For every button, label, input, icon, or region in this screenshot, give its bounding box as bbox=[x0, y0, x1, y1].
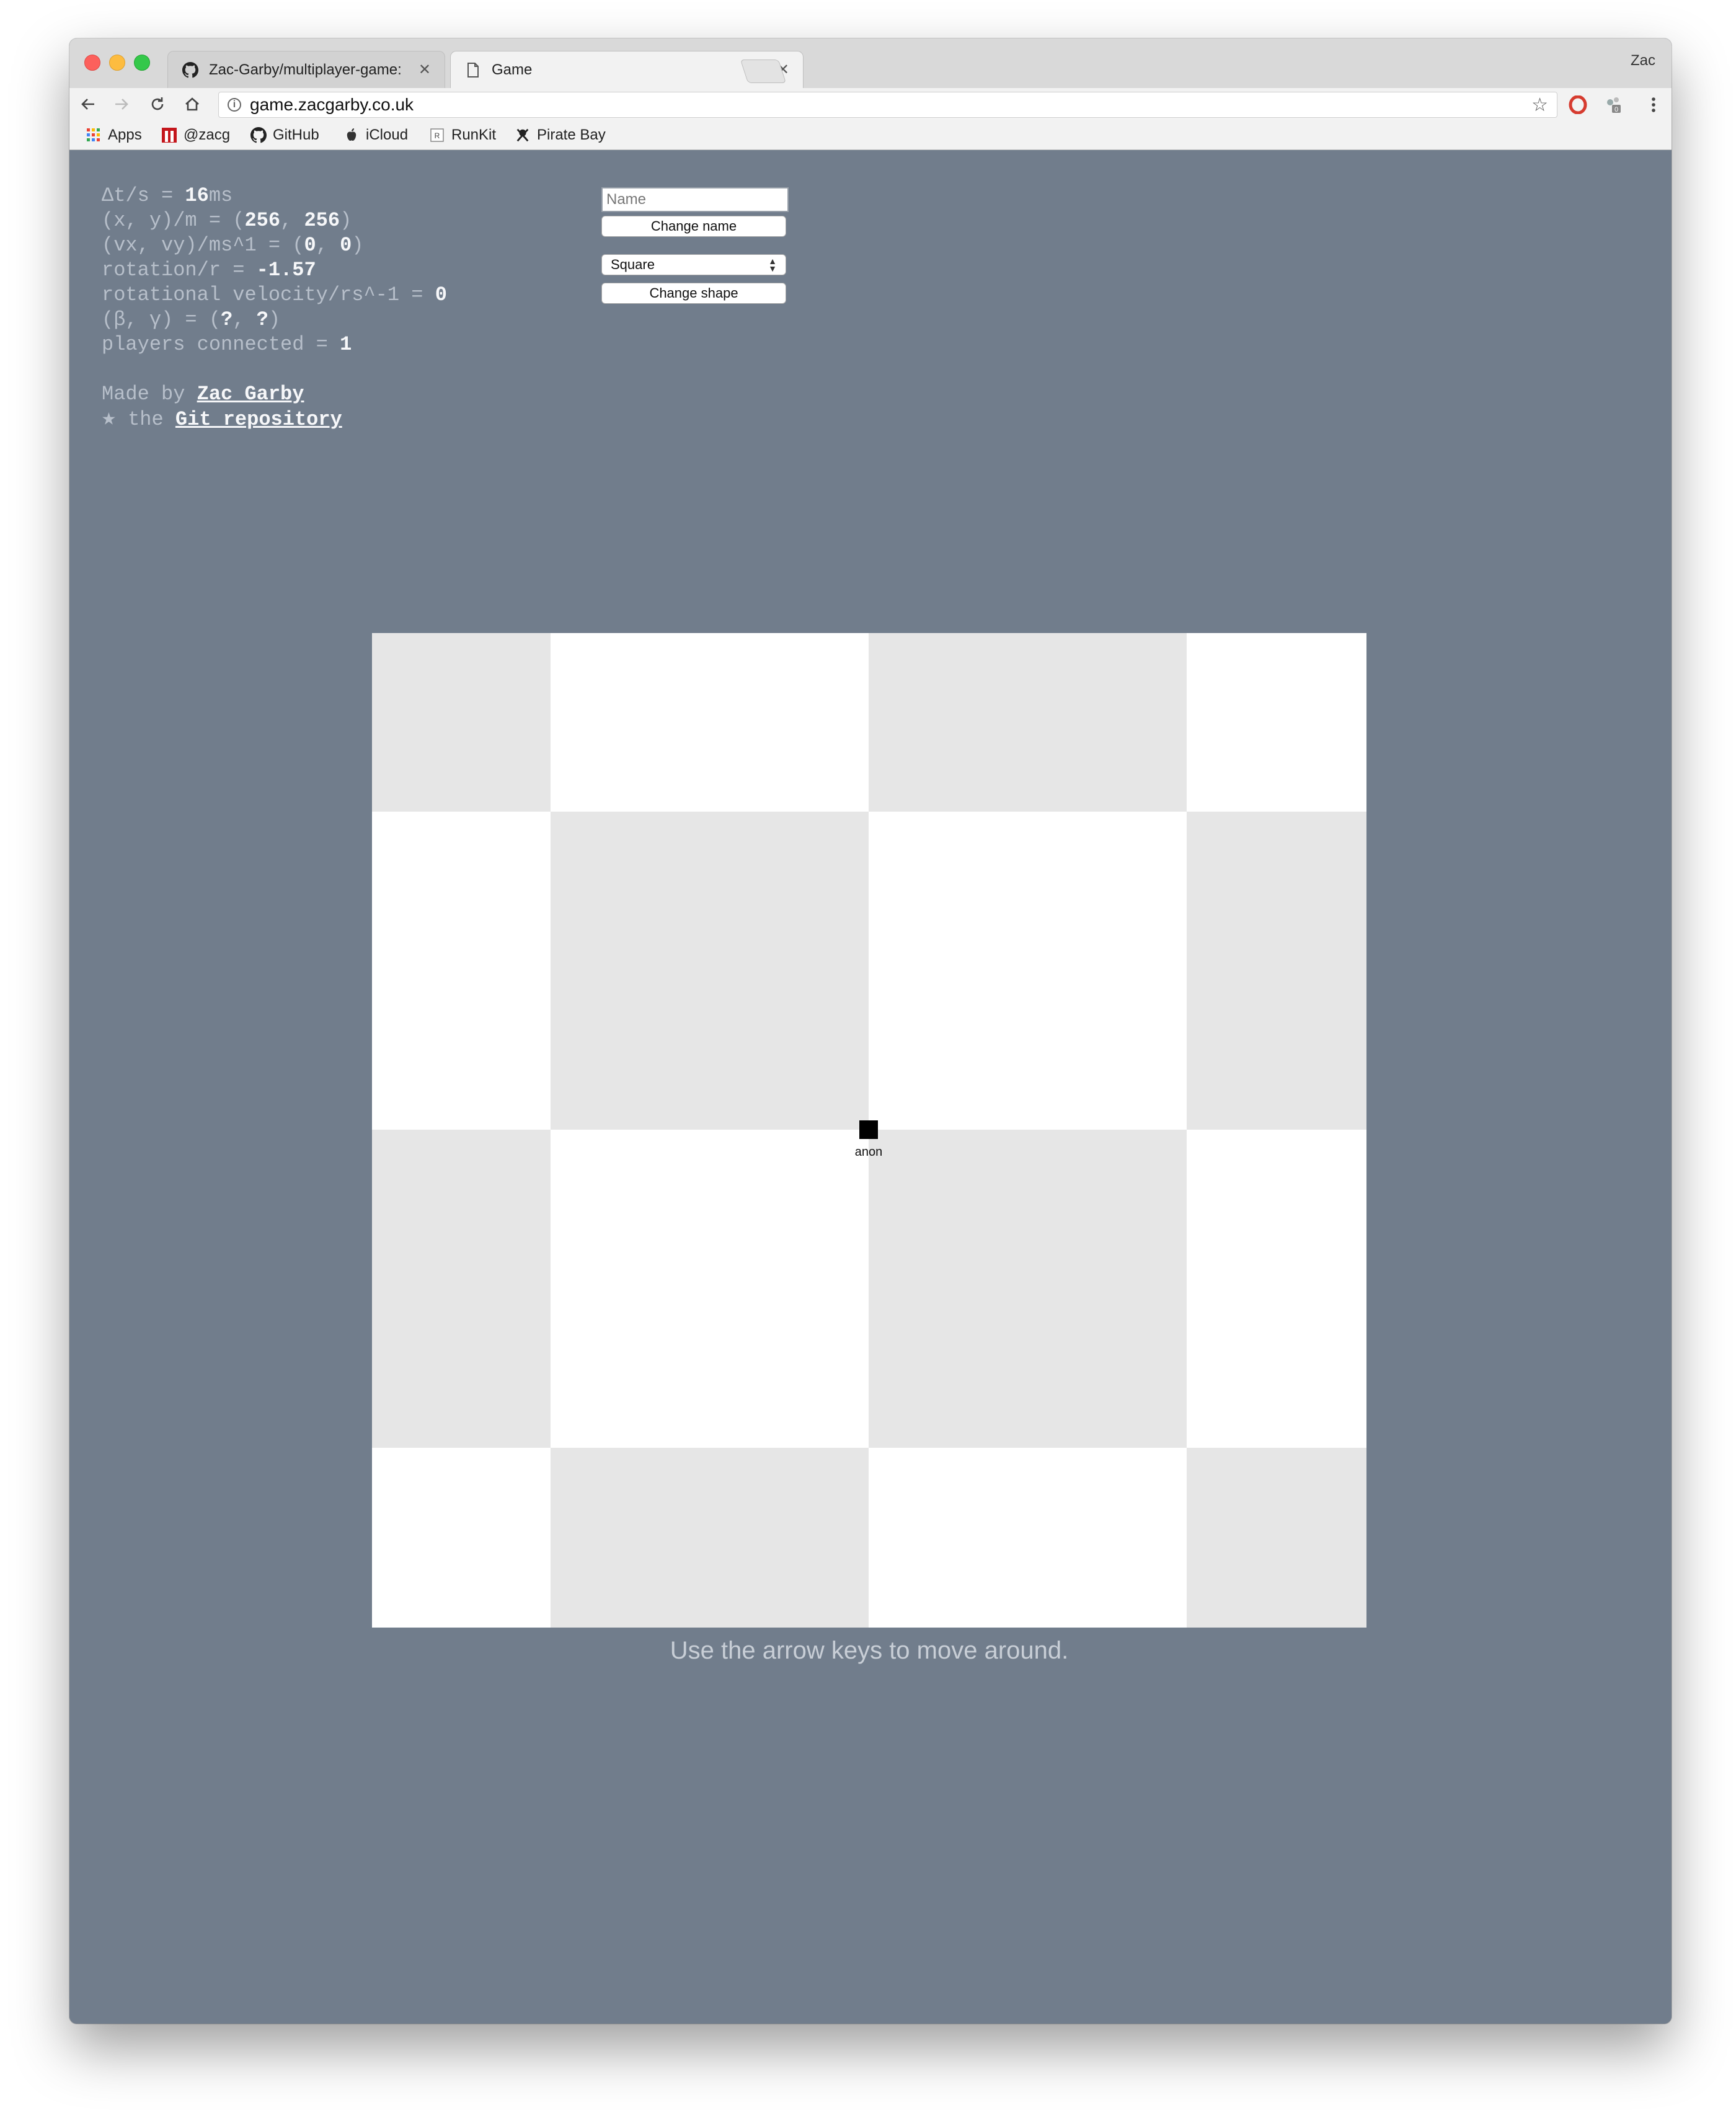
browser-window: Zac-Garby/multiplayer-game: ✕ Game ✕ Zac… bbox=[69, 38, 1672, 2024]
tab-title: Zac-Garby/multiplayer-game: bbox=[209, 61, 402, 78]
github-icon bbox=[250, 127, 267, 143]
bookmark-runkit[interactable]: R RunKit bbox=[429, 125, 496, 145]
bookmark-github[interactable]: GitHub bbox=[250, 125, 319, 145]
board-cell bbox=[869, 633, 1187, 812]
player-square bbox=[859, 1120, 878, 1139]
reload-icon[interactable] bbox=[146, 93, 169, 115]
board-cell bbox=[1187, 812, 1366, 1130]
board-cell bbox=[869, 1130, 1187, 1448]
svg-text:0: 0 bbox=[1614, 106, 1618, 113]
maximize-window-button[interactable] bbox=[134, 55, 150, 71]
shape-select[interactable]: Square ▲ ▼ bbox=[601, 254, 786, 275]
back-arrow-icon[interactable] bbox=[77, 93, 99, 115]
board-cell bbox=[372, 633, 551, 812]
extension-badge-icon[interactable]: 0 bbox=[1603, 94, 1624, 115]
profile-name[interactable]: Zac bbox=[1631, 52, 1655, 69]
tab-github-repo[interactable]: Zac-Garby/multiplayer-game: ✕ bbox=[167, 51, 445, 88]
bookmark-label: Pirate Bay bbox=[537, 126, 606, 143]
game-canvas[interactable]: anon bbox=[372, 633, 1366, 1628]
tab-title: Game bbox=[492, 61, 533, 78]
navigation-toolbar: i game.zacgarby.co.uk ☆ 0 bbox=[69, 88, 1672, 120]
runkit-icon: R bbox=[429, 127, 445, 143]
select-arrows-icon: ▲ ▼ bbox=[768, 256, 777, 273]
forward-arrow-icon[interactable] bbox=[110, 93, 133, 115]
board-cell bbox=[372, 1130, 551, 1448]
bookmark-apps[interactable]: Apps bbox=[86, 125, 142, 145]
home-icon[interactable] bbox=[181, 93, 203, 115]
opera-extension-icon[interactable] bbox=[1567, 94, 1588, 115]
bookmark-label: @zacg bbox=[184, 126, 231, 143]
git-repository-link[interactable]: Git repository bbox=[175, 408, 342, 431]
github-icon bbox=[182, 61, 199, 79]
document-icon bbox=[464, 61, 482, 79]
stat-rotation: rotation/r = -1.57 bbox=[102, 259, 316, 281]
info-icon[interactable]: i bbox=[228, 98, 241, 112]
author-link[interactable]: Zac Garby bbox=[197, 383, 304, 405]
stat-players-connected: players connected = 1 bbox=[102, 333, 352, 356]
instructions-text: Use the arrow keys to move around. bbox=[670, 1637, 1069, 1664]
stat-velocity: (vx, vy)/ms^1 = (0, 0) bbox=[102, 234, 364, 257]
player-name-label: anon bbox=[854, 1145, 883, 1159]
bookmark-pirate-bay[interactable]: Pirate Bay bbox=[515, 125, 606, 145]
stat-orientation: (β, γ) = (?, ?) bbox=[102, 308, 281, 331]
board-cell bbox=[551, 812, 869, 1130]
close-window-button[interactable] bbox=[84, 55, 100, 71]
bookmark-label: iCloud bbox=[366, 126, 409, 143]
stat-delta-time: Δt/s = 16ms bbox=[102, 184, 233, 207]
svg-text:R: R bbox=[435, 131, 440, 140]
star-icon: ★ bbox=[102, 405, 116, 432]
bookmark-icloud[interactable]: iCloud bbox=[343, 125, 408, 145]
bookmark-zacg[interactable]: @zacg bbox=[161, 125, 230, 145]
bookmark-label: RunKit bbox=[451, 126, 497, 143]
change-name-button[interactable]: Change name bbox=[601, 216, 786, 237]
bookmarks-bar: Apps @zacg GitHub iCloud R RunKit Pirate… bbox=[69, 120, 1672, 150]
address-bar[interactable]: i game.zacgarby.co.uk ☆ bbox=[218, 92, 1557, 118]
new-tab-button[interactable] bbox=[740, 60, 787, 83]
url-text: game.zacgarby.co.uk bbox=[250, 95, 414, 114]
close-tab-icon[interactable]: ✕ bbox=[418, 61, 431, 79]
stat-rotational-velocity: rotational velocity/rs^-1 = 0 bbox=[102, 283, 447, 306]
zacg-icon bbox=[161, 127, 177, 143]
stat-position: (x, y)/m = (256, 256) bbox=[102, 209, 352, 232]
tab-bar: Zac-Garby/multiplayer-game: ✕ Game ✕ Zac bbox=[69, 38, 1672, 89]
menu-kebab-icon[interactable] bbox=[1643, 94, 1664, 115]
bookmark-star-icon[interactable]: ☆ bbox=[1531, 94, 1548, 116]
repo-line: ★ the Git repository bbox=[102, 405, 342, 432]
credit-line: Made by Zac Garby bbox=[102, 383, 304, 405]
name-input[interactable] bbox=[601, 187, 789, 212]
apps-grid-icon bbox=[86, 127, 102, 143]
board-cell bbox=[551, 1448, 869, 1628]
pirate-bay-icon bbox=[515, 127, 531, 143]
shape-select-value: Square bbox=[611, 257, 655, 272]
game-page: Δt/s = 16ms (x, y)/m = (256, 256) (vx, v… bbox=[69, 150, 1672, 2024]
apple-icon bbox=[343, 127, 360, 143]
bookmark-label: Apps bbox=[108, 126, 142, 143]
minimize-window-button[interactable] bbox=[109, 55, 125, 71]
board-cell bbox=[1187, 1448, 1366, 1628]
bookmark-label: GitHub bbox=[273, 126, 319, 143]
stats-panel: Δt/s = 16ms (x, y)/m = (256, 256) (vx, v… bbox=[102, 184, 447, 432]
change-shape-button[interactable]: Change shape bbox=[601, 283, 786, 304]
